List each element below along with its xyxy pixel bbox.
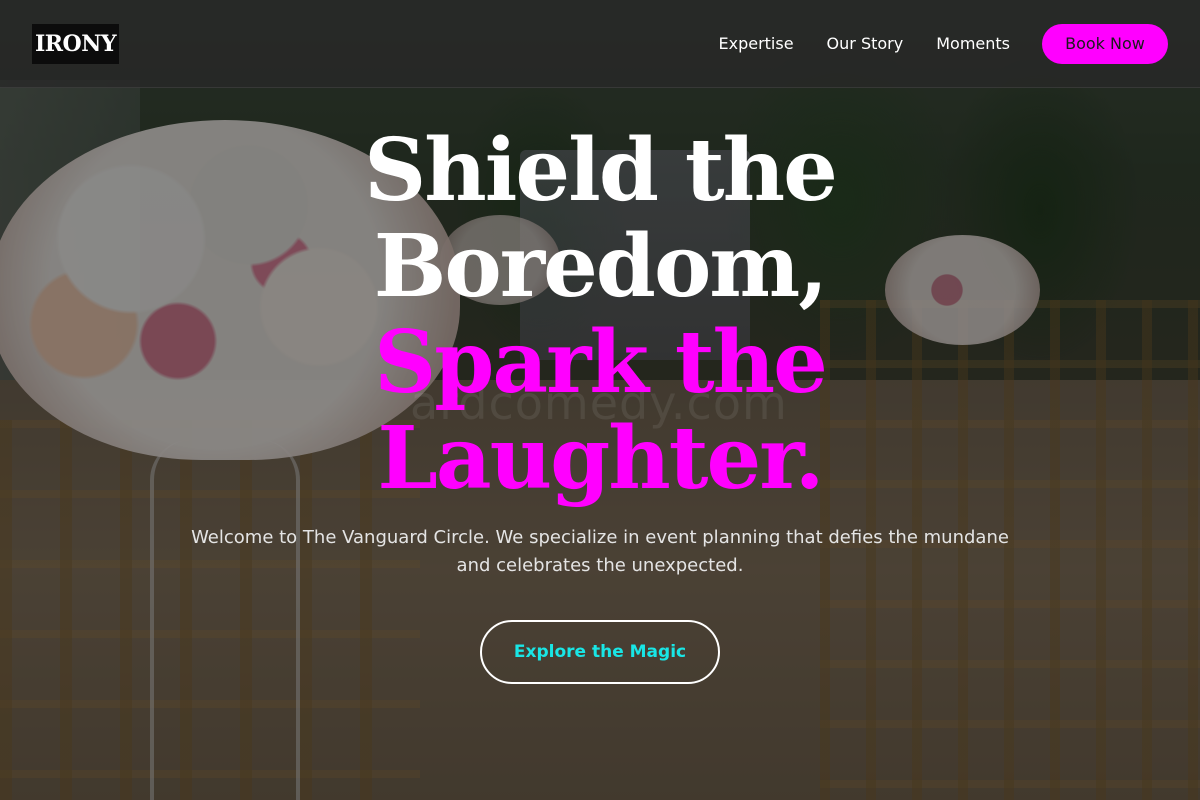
main-nav: Expertise Our Story Moments Book Now bbox=[718, 23, 1168, 64]
headline-line-4: Laughter. bbox=[377, 408, 824, 509]
headline-line-1: Shield the bbox=[364, 120, 838, 221]
book-now-button[interactable]: Book Now bbox=[1042, 23, 1168, 64]
headline-line-2: Boredom, bbox=[373, 216, 829, 317]
explore-the-magic-button[interactable]: Explore the Magic bbox=[480, 620, 720, 684]
site-header: IRONY Expertise Our Story Moments Book N… bbox=[0, 0, 1200, 88]
logo[interactable]: IRONY bbox=[32, 23, 119, 64]
nav-link-expertise[interactable]: Expertise bbox=[718, 34, 793, 53]
nav-link-our-story[interactable]: Our Story bbox=[827, 34, 904, 53]
headline-line-3: Spark the bbox=[374, 312, 828, 413]
intro-line-2: and celebrates the unexpected. bbox=[456, 555, 744, 576]
hero-section: Shield the Boredom, Spark the Laughter. … bbox=[0, 0, 1200, 800]
hero-intro-text: Welcome to The Vanguard Circle. We speci… bbox=[160, 524, 1040, 580]
intro-line-1: Welcome to The Vanguard Circle. We speci… bbox=[191, 527, 1009, 548]
nav-link-moments[interactable]: Moments bbox=[936, 34, 1010, 53]
